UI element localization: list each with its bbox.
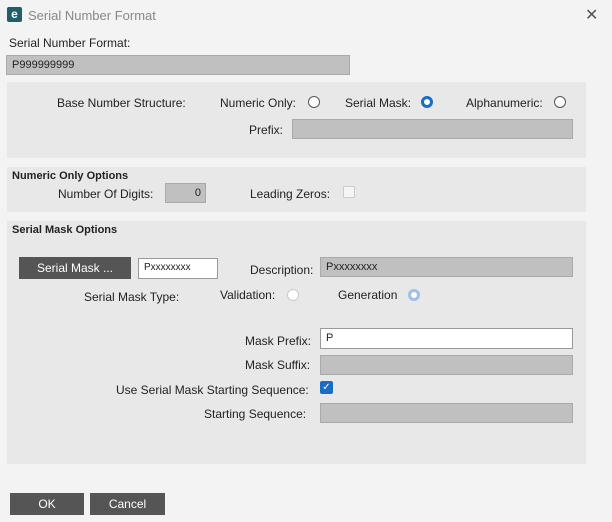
- cancel-button[interactable]: Cancel: [90, 493, 165, 515]
- numeric-only-radio[interactable]: [308, 96, 320, 108]
- mask-prefix-label: Mask Prefix:: [245, 334, 312, 348]
- mask-type-label: Serial Mask Type:: [84, 290, 180, 304]
- description-field: Pxxxxxxxx: [320, 257, 573, 277]
- leading-zeros-checkbox[interactable]: [343, 186, 355, 198]
- generation-label: Generation: [338, 288, 398, 302]
- close-icon[interactable]: ✕: [585, 5, 598, 25]
- ok-button[interactable]: OK: [10, 493, 84, 515]
- prefix-label: Prefix:: [249, 123, 284, 137]
- digits-label: Number Of Digits:: [58, 187, 154, 201]
- mask-suffix-field: [320, 355, 573, 375]
- numeric-options-header: Numeric Only Options: [12, 170, 129, 182]
- alphanumeric-radio[interactable]: [554, 96, 566, 108]
- serial-mask-header: Serial Mask Options: [12, 224, 118, 236]
- serial-mask-radio[interactable]: [421, 96, 433, 108]
- numeric-only-label: Numeric Only:: [220, 96, 297, 110]
- use-sequence-checkbox[interactable]: ✓: [320, 381, 333, 394]
- app-logo-icon: e: [7, 7, 22, 22]
- starting-sequence-label: Starting Sequence:: [204, 407, 307, 421]
- serial-mask-label: Serial Mask:: [345, 96, 412, 110]
- generation-radio[interactable]: [408, 289, 420, 301]
- use-sequence-label: Use Serial Mask Starting Sequence:: [116, 383, 309, 397]
- starting-sequence-field: [320, 403, 573, 423]
- prefix-field: [292, 119, 573, 139]
- validation-radio[interactable]: [287, 289, 299, 301]
- serial-mask-button[interactable]: Serial Mask ...: [19, 257, 131, 279]
- mask-suffix-label: Mask Suffix:: [245, 358, 311, 372]
- validation-label: Validation:: [220, 288, 276, 302]
- base-structure-label: Base Number Structure:: [57, 96, 186, 110]
- description-label: Description:: [250, 263, 314, 277]
- leading-zeros-label: Leading Zeros:: [250, 187, 331, 201]
- mask-prefix-input[interactable]: P: [320, 328, 573, 349]
- mask-value-field[interactable]: Pxxxxxxxx: [138, 258, 218, 279]
- serial-format-label: Serial Number Format:: [9, 36, 131, 50]
- digits-field: 0: [165, 183, 206, 203]
- alphanumeric-label: Alphanumeric:: [466, 96, 543, 110]
- window-title: Serial Number Format: [28, 8, 156, 23]
- serial-format-field: P999999999: [6, 55, 350, 75]
